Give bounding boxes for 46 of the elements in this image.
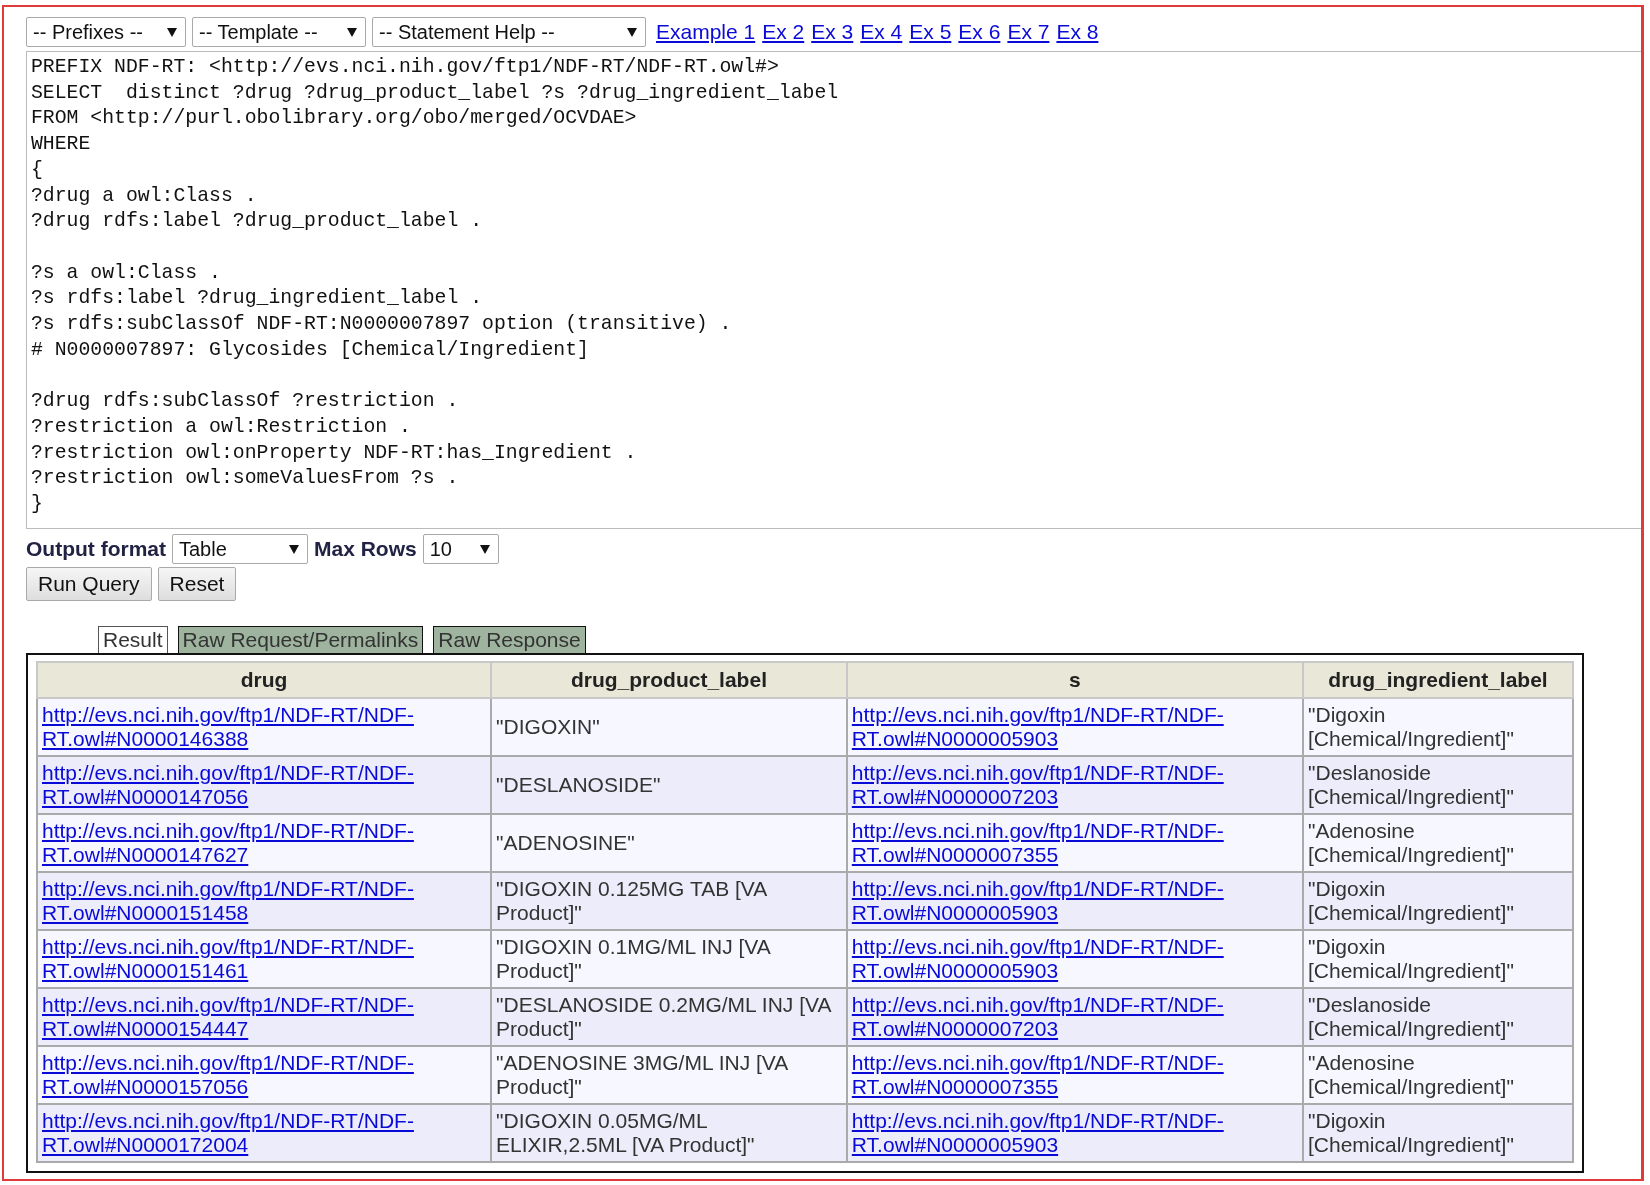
dropdown[interactable]: 10 [422,534,499,564]
tab[interactable]: Result [98,626,168,653]
table-cell: "Adenosine [Chemical/Ingredient]" [1303,814,1573,872]
example-link[interactable]: Ex 5 [909,20,952,44]
example-link[interactable]: Ex 8 [1056,20,1099,44]
tab[interactable]: Raw Request/Permalinks [177,626,424,653]
table-cell: "DESLANOSIDE" [491,756,847,814]
table-cell: "ADENOSINE" [491,814,847,872]
table-cell: "ADENOSINE 3MG/ML INJ [VA Product]" [491,1046,847,1104]
column-header: drug_product_label [491,662,847,698]
example-link[interactable]: Ex 6 [958,20,1001,44]
table-cell: "DIGOXIN 0.05MG/ML ELIXIR,2.5ML [VA Product]" [491,1104,847,1162]
example-link[interactable]: Ex 7 [1007,20,1050,44]
table-cell: "Digoxin [Chemical/Ingredient]" [1303,930,1573,988]
table-cell: "DESLANOSIDE 0.2MG/ML INJ [VA Product]" [491,988,847,1046]
table-cell: "Digoxin [Chemical/Ingredient]" [1303,698,1573,756]
query-field[interactable]: PREFIX NDF-RT: <http://evs.nci.nih.gov/ftp1/NDF-RT/NDF-RT.owl#> SELECT distinct ?drug ?drug_product_label ?s ?drug_ingredient_label FROM <http://purl.obolibrary.org/obo/merged/OCVDAE> WHERE { ?drug a owl:Class . ?drug rdfs:label ?drug_product_label . ?s a owl:Class . ?s rdfs:label ?drug_ingredient_label . ?s rdfs:subClassOf NDF-RT:N0000007897 option (transitive) . # N0000007897: Glycosides [Chemical/Ingredient] ?drug rdfs:subClassOf ?restriction . ?restriction a owl:Restriction . ?restriction owl:onProperty NDF-RT:has_Ingredient . ?restriction owl:someValuesFrom ?s . } [26,51,1641,529]
dropdown[interactable]: -- Prefixes -- [26,17,186,47]
table-cell: "Deslanoside [Chemical/Ingredient]" [1303,988,1573,1046]
option-label: Output format [26,537,166,561]
button[interactable]: Reset [157,567,237,601]
caret-icon [167,27,177,37]
example-link[interactable]: Ex 4 [860,20,903,44]
dropdown[interactable]: Table [172,534,308,564]
column-header: s [846,662,1303,698]
tab[interactable]: Raw Response [433,626,586,653]
table-cell: "Digoxin [Chemical/Ingredient]" [1303,872,1573,930]
table-cell: "Deslanoside [Chemical/Ingredient]" [1303,756,1573,814]
table-cell: "DIGOXIN 0.125MG TAB [VA Product]" [491,872,847,930]
example-link[interactable]: Ex 2 [762,20,805,44]
dropdown[interactable]: -- Template -- [192,17,366,47]
option-label: Max Rows [314,537,417,561]
example-link[interactable]: Example 1 [656,20,756,44]
table-cell: "Adenosine [Chemical/Ingredient]" [1303,1046,1573,1104]
table-cell: "DIGOXIN" [491,698,847,756]
caret-icon [479,544,490,554]
column-header: drug [37,662,492,698]
caret-icon [347,27,357,37]
button[interactable]: Run Query [26,567,152,601]
table-cell: "Digoxin [Chemical/Ingredient]" [1303,1104,1573,1162]
example-link[interactable]: Ex 3 [811,20,854,44]
table-cell: "DIGOXIN 0.1MG/ML INJ [VA Product]" [491,930,847,988]
dropdown[interactable]: -- Statement Help -- [372,17,646,47]
column-header: drug_ingredient_label [1303,662,1573,698]
caret-icon [289,544,299,554]
caret-icon [627,27,637,37]
